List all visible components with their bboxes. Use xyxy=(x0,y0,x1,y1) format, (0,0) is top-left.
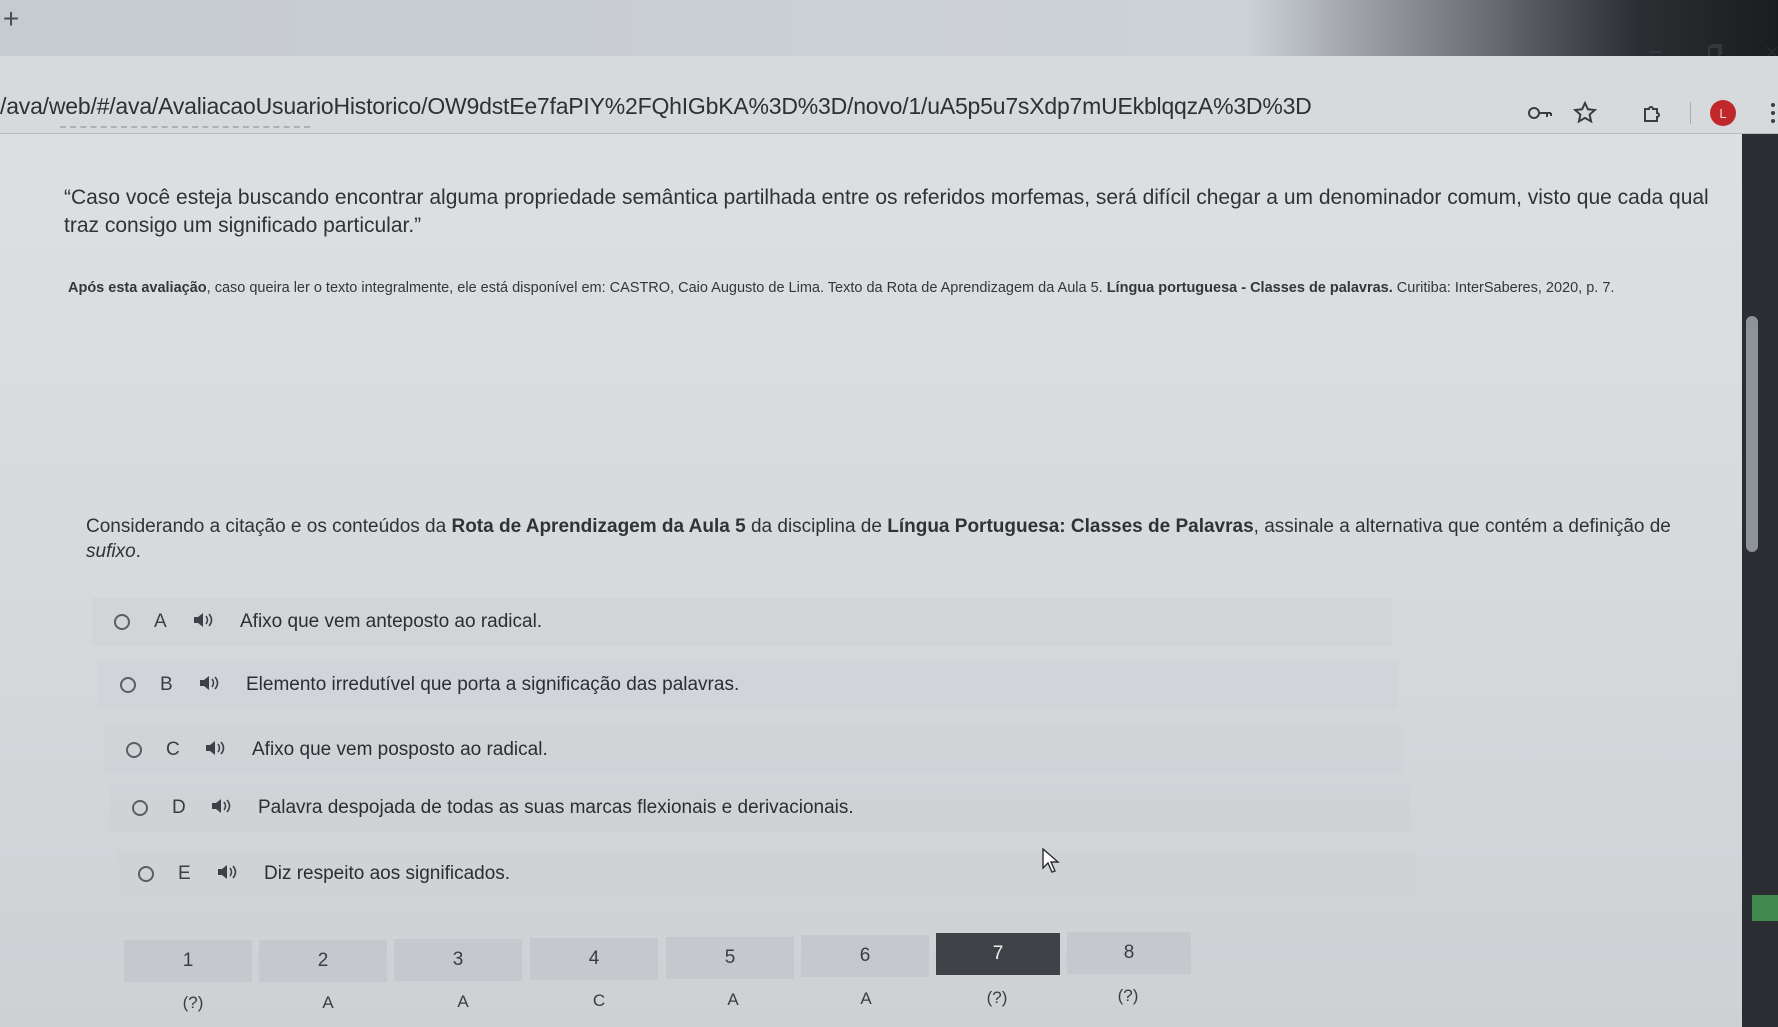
reference-lead: Após esta avaliação xyxy=(68,280,207,296)
question-bold-discipline: Língua Portuguesa: Classes de Palavras xyxy=(887,516,1254,537)
radio-button[interactable] xyxy=(132,800,148,816)
password-key-icon[interactable] xyxy=(1525,98,1555,128)
nav-answer-8: (?) xyxy=(1117,986,1139,1005)
question-part: Considerando a citação e os conteúdos da xyxy=(86,516,452,537)
nav-question-1[interactable]: 1 xyxy=(124,940,252,982)
speaker-icon[interactable] xyxy=(192,612,220,633)
speaker-icon[interactable] xyxy=(198,675,226,696)
nav-answer-1: (?) xyxy=(182,993,204,1012)
question-statement: Considerando a citação e os conteúdos da… xyxy=(86,514,1706,564)
scrollbar-thumb[interactable] xyxy=(1746,316,1758,552)
scrollbar-track[interactable] xyxy=(1742,134,1778,1027)
mouse-pointer-icon xyxy=(1042,848,1060,873)
new-tab-button[interactable]: + xyxy=(0,4,22,34)
extensions-puzzle-icon[interactable] xyxy=(1638,98,1668,128)
nav-question-7-current[interactable]: 7 xyxy=(936,933,1060,975)
option-letter: D xyxy=(172,797,186,818)
nav-question-6[interactable]: 6 xyxy=(801,935,929,977)
option-d[interactable]: D Palavra despojada de todas as suas mar… xyxy=(110,784,1410,832)
reference-text-2: Curitiba: InterSaberes, 2020, p. 7. xyxy=(1392,280,1615,296)
speaker-icon[interactable] xyxy=(204,740,232,761)
nav-question-8[interactable]: 8 xyxy=(1067,932,1191,974)
nav-question-3[interactable]: 3 xyxy=(394,939,522,981)
radio-button[interactable] xyxy=(138,866,154,882)
nav-answer-6: A xyxy=(860,989,872,1008)
citation-quote: “Caso você esteja buscando encontrar alg… xyxy=(64,186,1709,237)
reference-text-1: , caso queira ler o texto integralmente,… xyxy=(206,280,1107,296)
radio-button[interactable] xyxy=(126,742,142,758)
profile-avatar[interactable]: L xyxy=(1708,98,1738,128)
option-c[interactable]: C Afixo que vem posposto ao radical. xyxy=(104,726,1404,774)
nav-question-2[interactable]: 2 xyxy=(259,940,387,982)
nav-question-5[interactable]: 5 xyxy=(666,937,794,979)
option-letter: A xyxy=(154,611,167,632)
nav-question-4[interactable]: 4 xyxy=(530,938,658,980)
question-part: , assinale a alternativa que contém a de… xyxy=(1253,516,1671,537)
tab-strip: + xyxy=(0,0,1778,58)
option-text: Afixo que vem posposto ao radical. xyxy=(252,739,548,760)
option-text: Afixo que vem anteposto ao radical. xyxy=(240,611,543,632)
option-text: Palavra despojada de todas as suas marca… xyxy=(258,797,854,818)
nav-answer-3: A xyxy=(457,992,469,1011)
option-a[interactable]: A Afixo que vem anteposto ao radical. xyxy=(92,598,1392,646)
option-b[interactable]: B Elemento irredutível que porta a signi… xyxy=(98,661,1398,709)
question-part: . xyxy=(135,541,141,562)
speaker-icon[interactable] xyxy=(210,798,238,819)
question-italic-term: sufixo xyxy=(86,541,136,562)
option-letter: E xyxy=(178,863,191,884)
nav-answer-2: A xyxy=(322,993,334,1012)
nav-answer-7: (?) xyxy=(986,988,1008,1007)
nav-answer-4: C xyxy=(592,991,606,1010)
option-text: Elemento irredutível que porta a signifi… xyxy=(246,674,740,695)
option-e[interactable]: E Diz respeito aos significados. xyxy=(116,850,1416,898)
source-reference: Após esta avaliação, caso queira ler o t… xyxy=(68,278,1758,298)
clipped-text-line xyxy=(60,120,310,128)
option-text: Diz respeito aos significados. xyxy=(264,863,511,884)
bookmark-star-icon[interactable] xyxy=(1570,98,1600,128)
toolbar-divider xyxy=(1690,102,1691,124)
nav-answer-5: A xyxy=(727,990,739,1009)
browser-menu-icon[interactable] xyxy=(1758,98,1778,128)
question-part: da disciplina de xyxy=(745,516,888,537)
reference-book-title: Língua portuguesa - Classes de palavras. xyxy=(1106,280,1393,296)
question-bold-route: Rota de Aprendizagem da Aula 5 xyxy=(451,516,746,537)
side-panel-tab[interactable] xyxy=(1752,895,1778,921)
option-letter: C xyxy=(166,739,180,760)
avatar-initial: L xyxy=(1710,100,1736,126)
radio-button[interactable] xyxy=(120,677,136,693)
speaker-icon[interactable] xyxy=(216,864,244,885)
page-content: “Caso você esteja buscando encontrar alg… xyxy=(0,126,1760,1027)
radio-button[interactable] xyxy=(114,614,130,630)
option-letter: B xyxy=(160,674,173,695)
